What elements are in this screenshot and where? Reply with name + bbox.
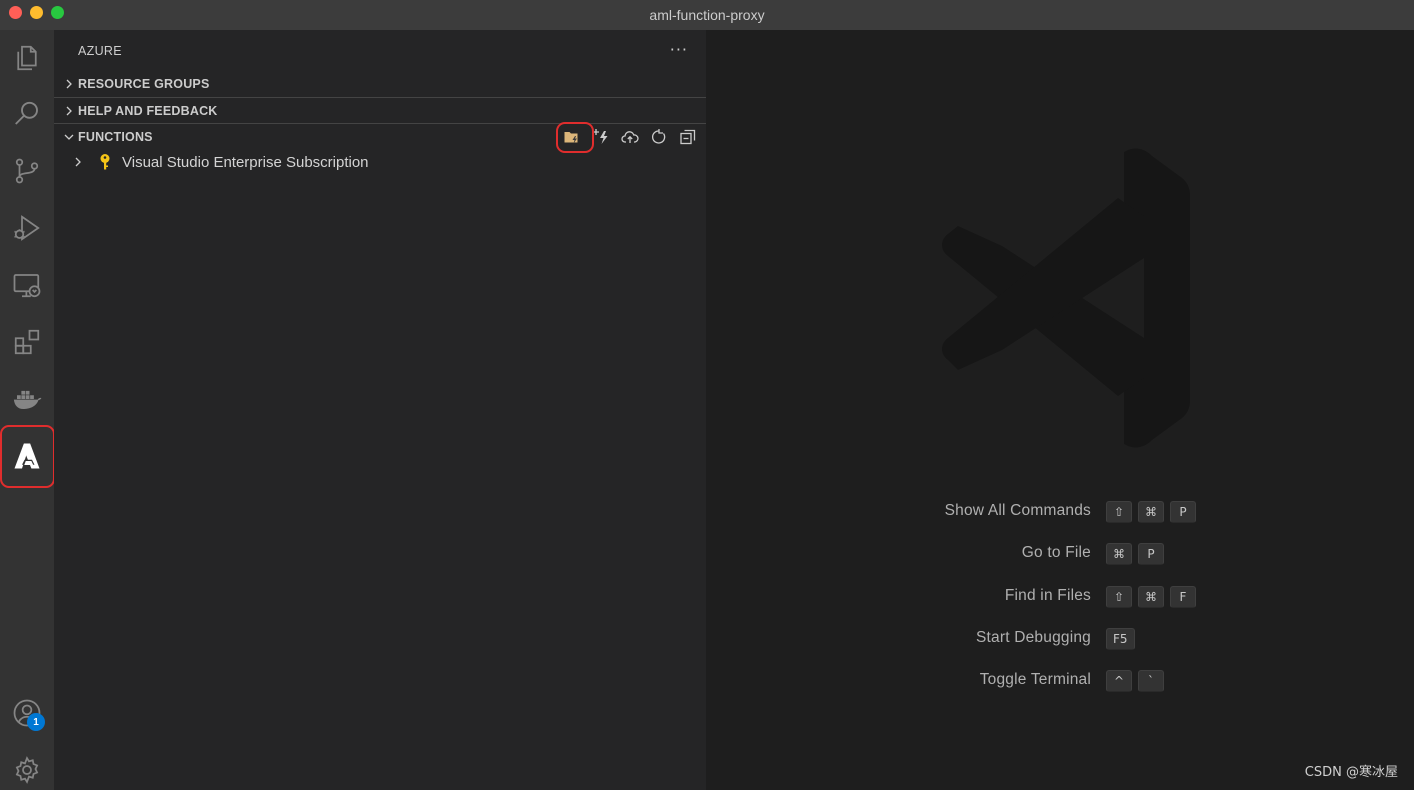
tree-item-subscription[interactable]: Visual Studio Enterprise Subscription bbox=[54, 151, 706, 173]
zoom-window-button[interactable] bbox=[51, 6, 64, 19]
chevron-right-icon bbox=[72, 153, 84, 172]
activity-bar: 1 bbox=[0, 30, 55, 790]
chevron-right-icon bbox=[54, 105, 78, 117]
azure-highlight-ring bbox=[0, 425, 55, 488]
shortcut-row[interactable]: Show All Commands ⇧ ⌘ P bbox=[706, 499, 1414, 525]
shortcut-row[interactable]: Find in Files ⇧ ⌘ F bbox=[706, 584, 1414, 610]
key-icon bbox=[100, 154, 110, 170]
shortcut-label: Start Debugging bbox=[975, 629, 1091, 646]
keycap: ⌘ bbox=[1138, 586, 1164, 608]
keycap: P bbox=[1138, 543, 1164, 565]
keycap: ⌘ bbox=[1106, 543, 1132, 565]
shortcut-label: Find in Files bbox=[1004, 587, 1091, 604]
activity-manage[interactable] bbox=[0, 742, 54, 790]
collapse-all-button[interactable] bbox=[677, 126, 698, 147]
gear-icon bbox=[15, 756, 39, 784]
shortcut-keys: F5 bbox=[1106, 628, 1135, 650]
chevron-down-icon bbox=[54, 131, 78, 143]
create-function-icon bbox=[592, 128, 607, 144]
shortcut-label: Toggle Terminal bbox=[979, 671, 1091, 688]
keycap: ⇧ bbox=[1106, 501, 1132, 523]
remote-explorer-icon bbox=[13, 274, 41, 298]
source-control-icon bbox=[15, 158, 39, 184]
editor-area: Show All Commands ⇧ ⌘ P Go to File ⌘ P F… bbox=[706, 30, 1414, 790]
minimize-window-button[interactable] bbox=[30, 6, 43, 19]
accounts-badge: 1 bbox=[27, 713, 45, 731]
chevron-right-icon bbox=[54, 78, 78, 90]
keycap: F5 bbox=[1106, 628, 1135, 650]
csdn-watermark: CSDN @寒冰屋 bbox=[1304, 765, 1398, 780]
collapse-all-icon bbox=[679, 129, 695, 144]
azure-sidebar: AZURE ··· RESOURCE GROUPS HELP AND FEEDB… bbox=[54, 30, 706, 790]
activity-docker[interactable] bbox=[0, 371, 54, 427]
section-label: RESOURCE GROUPS bbox=[78, 77, 210, 91]
run-debug-icon bbox=[14, 215, 40, 241]
shortcut-keys: ⇧ ⌘ F bbox=[1106, 586, 1196, 608]
shortcut-label: Go to File bbox=[1021, 544, 1091, 561]
shortcut-row[interactable]: Go to File ⌘ P bbox=[706, 541, 1414, 567]
activity-extensions[interactable] bbox=[0, 314, 54, 370]
shortcut-keys: ⌘ P bbox=[1106, 543, 1164, 565]
section-help-feedback[interactable]: HELP AND FEEDBACK bbox=[54, 98, 706, 124]
activity-remote-explorer[interactable] bbox=[0, 257, 54, 313]
keycap: ⇧ bbox=[1106, 586, 1132, 608]
keycap: ` bbox=[1138, 670, 1164, 692]
refresh-button[interactable] bbox=[648, 126, 669, 147]
window-controls bbox=[9, 6, 64, 19]
keycap: P bbox=[1170, 501, 1196, 523]
files-icon bbox=[17, 45, 37, 71]
title-bar: aml-function-proxy bbox=[0, 0, 1414, 30]
sidebar-title: AZURE bbox=[78, 44, 122, 58]
section-label: HELP AND FEEDBACK bbox=[78, 104, 218, 118]
window-title: aml-function-proxy bbox=[649, 7, 765, 23]
deploy-button[interactable] bbox=[619, 126, 640, 147]
shortcut-row[interactable]: Toggle Terminal ^ ` bbox=[706, 668, 1414, 694]
activity-explorer[interactable] bbox=[0, 30, 54, 86]
shortcut-keys: ^ ` bbox=[1106, 670, 1164, 692]
shortcut-keys: ⇧ ⌘ P bbox=[1106, 501, 1196, 523]
activity-source-control[interactable] bbox=[0, 143, 54, 199]
close-window-button[interactable] bbox=[9, 6, 22, 19]
shortcut-label: Show All Commands bbox=[944, 502, 1091, 519]
search-icon bbox=[15, 101, 38, 125]
vscode-watermark-logo bbox=[942, 148, 1190, 448]
create-project-highlight-ring bbox=[556, 122, 594, 153]
deploy-icon bbox=[620, 130, 639, 143]
more-actions-icon[interactable]: ··· bbox=[670, 40, 688, 59]
refresh-icon bbox=[651, 128, 665, 144]
shortcut-row[interactable]: Start Debugging F5 bbox=[706, 626, 1414, 652]
keycap: ⌘ bbox=[1138, 501, 1164, 523]
tree-item-label: Visual Studio Enterprise Subscription bbox=[122, 153, 369, 171]
activity-accounts[interactable] bbox=[0, 685, 54, 741]
extensions-icon bbox=[14, 329, 40, 355]
activity-search[interactable] bbox=[0, 86, 54, 142]
section-label: FUNCTIONS bbox=[78, 130, 153, 144]
section-resource-groups[interactable]: RESOURCE GROUPS bbox=[54, 71, 706, 97]
docker-icon bbox=[13, 390, 42, 409]
keycap: ^ bbox=[1106, 670, 1132, 692]
keycap: F bbox=[1170, 586, 1196, 608]
activity-run-debug[interactable] bbox=[0, 200, 54, 256]
